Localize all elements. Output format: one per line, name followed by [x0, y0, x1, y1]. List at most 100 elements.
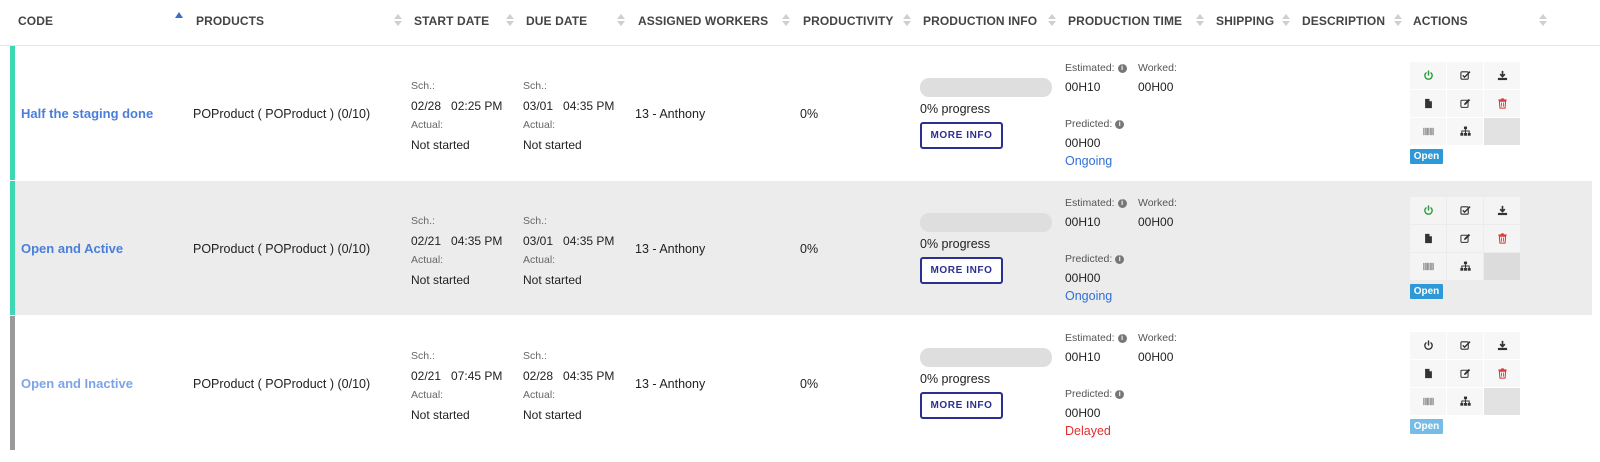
actual-value: Not started: [523, 408, 582, 422]
download-button[interactable]: [1484, 332, 1520, 359]
actual-value: Not started: [411, 138, 470, 152]
edit-button[interactable]: [1447, 360, 1483, 387]
file-button[interactable]: [1410, 360, 1446, 387]
predicted-value: 00H00: [1065, 271, 1101, 285]
predicted-block: Predicted: i 00H00: [1065, 118, 1125, 150]
order-code-link[interactable]: Open and Active: [21, 241, 123, 256]
barcode-button[interactable]: [1410, 388, 1446, 415]
info-icon[interactable]: i: [1117, 334, 1127, 343]
worked-label: Worked:: [1138, 332, 1177, 344]
order-code-link[interactable]: Open and Inactive: [21, 376, 133, 391]
order-code-link[interactable]: Half the staging done: [21, 106, 153, 121]
column-header-start-date[interactable]: START DATE: [414, 14, 489, 28]
edit-button[interactable]: [1447, 225, 1483, 252]
more-info-button[interactable]: MORE INFO: [920, 122, 1003, 149]
sitemap-icon: [1459, 396, 1471, 406]
check-square-icon: [1459, 206, 1471, 215]
scheduled-label: Sch.:: [523, 215, 547, 227]
open-status-badge[interactable]: Open: [1410, 149, 1443, 164]
scheduled-date: 02/21: [411, 234, 442, 248]
scheduled-time: 04:35 PM: [563, 369, 615, 383]
predicted-label: Predicted:: [1065, 253, 1113, 265]
scheduled-label: Sch.:: [411, 350, 435, 362]
sort-icon[interactable]: [394, 13, 402, 29]
sort-icon[interactable]: [782, 13, 790, 29]
worked-block: Worked: 00H00: [1138, 332, 1177, 364]
sitemap-button[interactable]: [1447, 118, 1483, 145]
estimated-label: Estimated:: [1065, 197, 1115, 209]
column-header-productivity[interactable]: PRODUCTIVITY: [803, 14, 894, 28]
download-button[interactable]: [1484, 62, 1520, 89]
download-icon: [1497, 340, 1507, 351]
sort-icon[interactable]: [506, 13, 514, 29]
scheduled-date: 03/01: [523, 234, 554, 248]
edit-icon: [1459, 98, 1470, 108]
check-square-button[interactable]: [1447, 62, 1483, 89]
open-status-badge[interactable]: Open: [1410, 419, 1443, 434]
barcode-button[interactable]: [1410, 118, 1446, 145]
action-buttons: [1410, 332, 1522, 416]
scheduled-time: 04:35 PM: [563, 99, 615, 113]
scheduled-datetime: 03/01 04:35 PM: [523, 234, 633, 253]
download-icon: [1497, 70, 1507, 81]
sort-icon[interactable]: [1048, 13, 1056, 29]
scheduled-datetime: 02/21 04:35 PM: [411, 234, 521, 253]
column-header-production-info[interactable]: PRODUCTION INFO: [923, 14, 1037, 28]
scheduled-date: 02/28: [411, 99, 442, 113]
worked-label: Worked:: [1138, 62, 1177, 74]
sitemap-icon: [1459, 261, 1471, 271]
column-header-due-date[interactable]: DUE DATE: [526, 14, 587, 28]
product-cell: POProduct ( POProduct ) (0/10): [193, 107, 371, 121]
sort-icon[interactable]: [1394, 13, 1402, 29]
table-row: Open and Active POProduct ( POProduct ) …: [10, 181, 1592, 315]
barcode-button[interactable]: [1410, 253, 1446, 280]
trash-button[interactable]: [1484, 225, 1520, 252]
column-header-production-time[interactable]: PRODUCTION TIME: [1068, 14, 1182, 28]
column-header-description[interactable]: DESCRIPTION: [1302, 14, 1385, 28]
actual-value: Not started: [523, 138, 582, 152]
sort-icon[interactable]: [903, 13, 911, 29]
column-header-assigned-workers[interactable]: ASSIGNED WORKERS: [638, 14, 768, 28]
info-icon[interactable]: i: [1115, 255, 1125, 264]
row-status-bar: [10, 181, 15, 315]
sort-icon[interactable]: [1539, 13, 1547, 29]
sort-icon[interactable]: [1282, 13, 1290, 29]
power-button[interactable]: [1410, 332, 1446, 359]
sort-icon[interactable]: [1196, 13, 1204, 29]
estimated-block: Estimated: i 00H10: [1065, 62, 1127, 94]
scheduled-time: 02:25 PM: [451, 99, 503, 113]
actual-value: Not started: [411, 273, 470, 287]
sitemap-button[interactable]: [1447, 388, 1483, 415]
file-button[interactable]: [1410, 225, 1446, 252]
assigned-worker: 13 - Anthony: [635, 242, 706, 256]
more-info-button[interactable]: MORE INFO: [920, 392, 1003, 419]
sitemap-button[interactable]: [1447, 253, 1483, 280]
trash-button[interactable]: [1484, 90, 1520, 117]
file-icon: [1424, 98, 1432, 109]
info-icon[interactable]: i: [1115, 390, 1125, 399]
scheduled-time: 04:35 PM: [563, 234, 615, 248]
power-button[interactable]: [1410, 197, 1446, 224]
edit-button[interactable]: [1447, 90, 1483, 117]
trash-button[interactable]: [1484, 360, 1520, 387]
file-icon: [1424, 233, 1432, 244]
file-button[interactable]: [1410, 90, 1446, 117]
open-status-badge[interactable]: Open: [1410, 284, 1443, 299]
actual-label: Actual:: [411, 254, 444, 266]
table-row: Open and Inactive POProduct ( POProduct …: [10, 316, 1592, 450]
start-date-cell: Sch.: 02/21 04:35 PM Actual: Not started: [411, 214, 521, 292]
due-date-cell: Sch.: 03/01 04:35 PM Actual: Not started: [523, 79, 633, 157]
column-header-code[interactable]: CODE: [18, 14, 53, 28]
more-info-button[interactable]: MORE INFO: [920, 257, 1003, 284]
sort-ascending-icon[interactable]: [175, 12, 183, 18]
power-button[interactable]: [1410, 62, 1446, 89]
check-square-button[interactable]: [1447, 332, 1483, 359]
download-button[interactable]: [1484, 197, 1520, 224]
info-icon[interactable]: i: [1117, 199, 1127, 208]
sort-icon[interactable]: [617, 13, 625, 29]
info-icon[interactable]: i: [1115, 120, 1125, 129]
column-header-shipping[interactable]: SHIPPING: [1216, 14, 1274, 28]
check-square-button[interactable]: [1447, 197, 1483, 224]
column-header-products[interactable]: PRODUCTS: [196, 14, 264, 28]
info-icon[interactable]: i: [1117, 64, 1127, 73]
